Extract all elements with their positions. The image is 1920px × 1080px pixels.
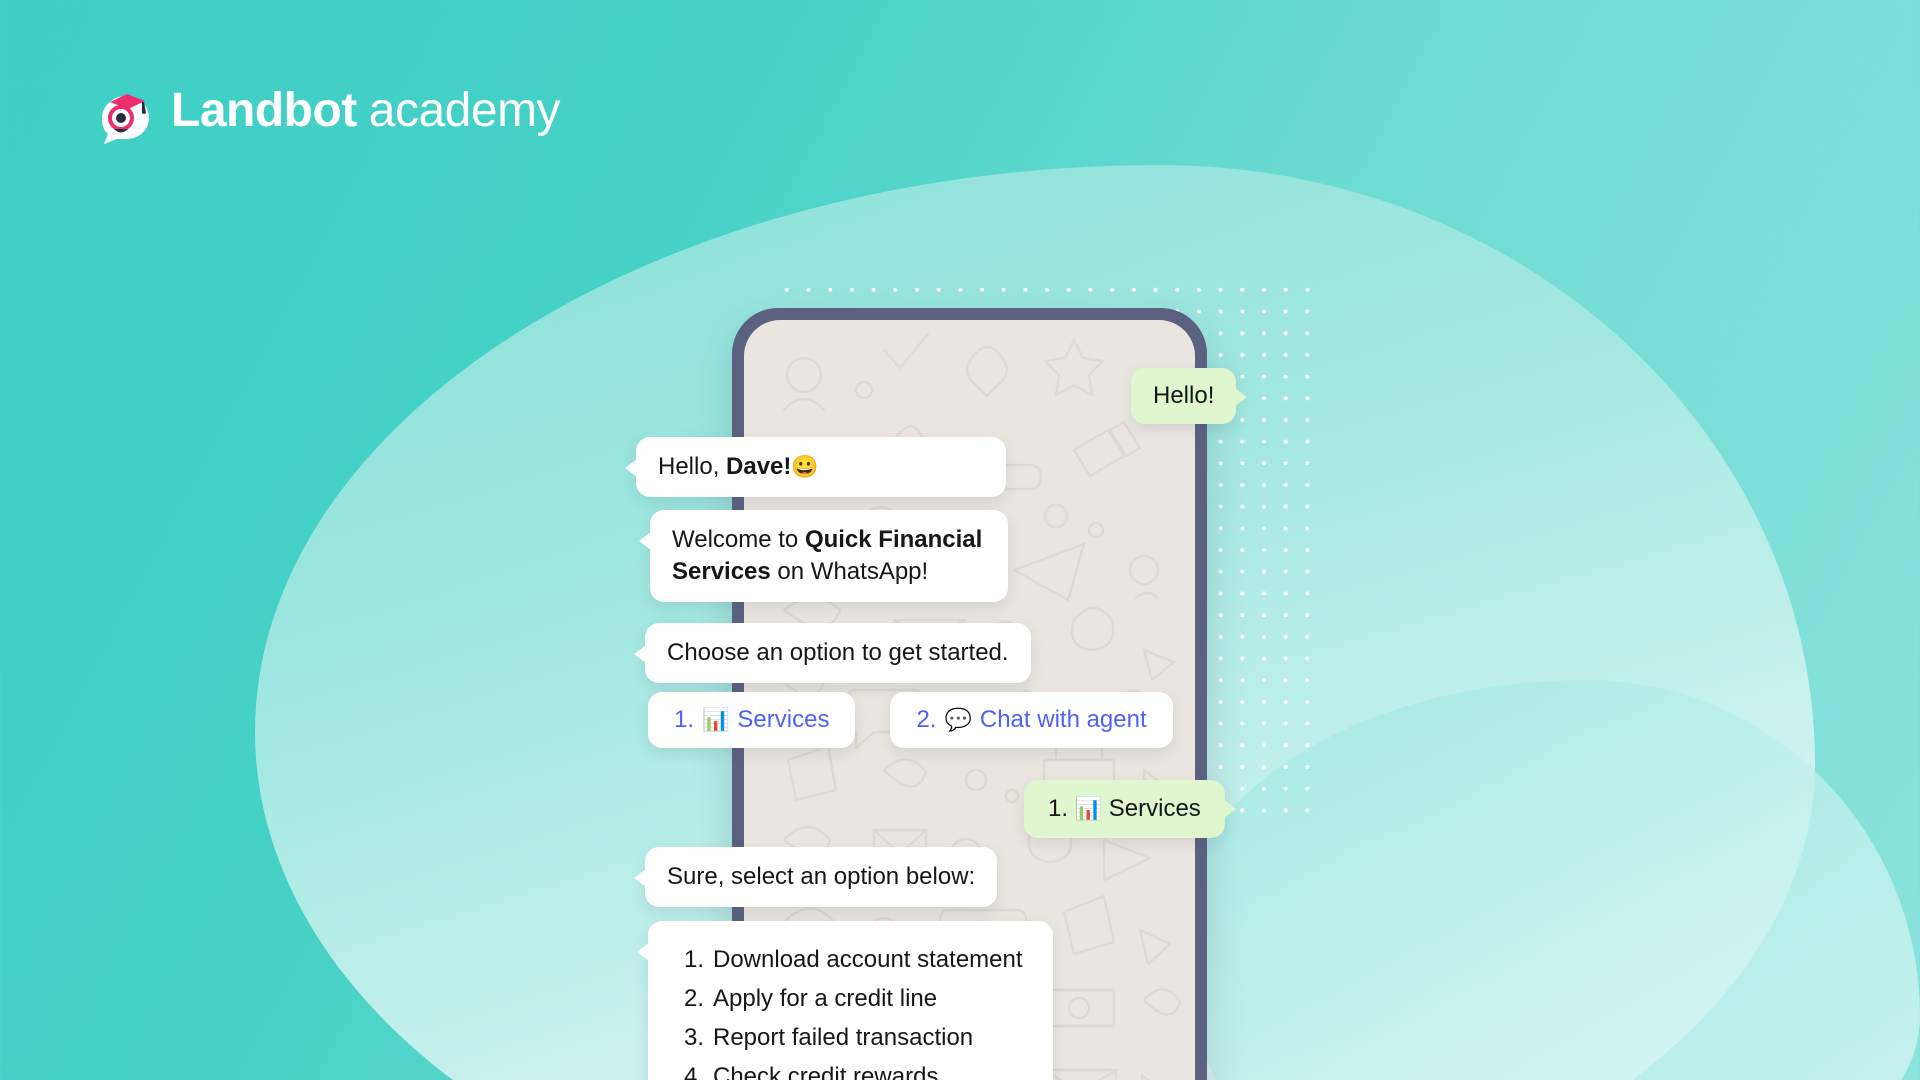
landbot-graduation-avatar-icon bbox=[97, 82, 155, 144]
list-item-label: Apply for a credit line bbox=[713, 984, 938, 1012]
message-text-bold-name: Dave! bbox=[726, 453, 792, 480]
message-bubble-outgoing-services: 1. 📊 Services bbox=[1024, 780, 1236, 838]
speech-balloon-emoji: 💬 bbox=[944, 707, 972, 732]
message-bubble-incoming-greeting: Hello, Dave!😀 bbox=[625, 437, 1006, 497]
landbot-academy-logo: Landbot academy bbox=[97, 82, 561, 144]
list-item-label: Check credit rewards bbox=[713, 1062, 939, 1080]
grinning-face-emoji: 😀 bbox=[791, 454, 819, 479]
message-bubble-incoming-welcome: Welcome to Quick Financial Services on W… bbox=[639, 510, 1008, 602]
option-index: 2. bbox=[916, 706, 937, 733]
bar-chart-emoji: 📊 bbox=[1074, 796, 1103, 821]
option-label: Chat with agent bbox=[979, 706, 1147, 733]
option-button-services[interactable]: 1. 📊 Services bbox=[648, 692, 856, 748]
message-bubble-outgoing-hello: Hello! bbox=[1131, 368, 1248, 424]
option-button-chat-with-agent[interactable]: 2. 💬 Chat with agent bbox=[890, 692, 1173, 748]
list-item: 1. Download account statement bbox=[670, 941, 1031, 980]
logo-word-landbot: Landbot bbox=[171, 84, 357, 137]
message-text: Choose an option to get started. bbox=[667, 639, 1009, 666]
message-text-suffix: on WhatsApp! bbox=[770, 557, 929, 585]
message-bubble-incoming-select-option: Sure, select an option below: bbox=[633, 847, 998, 907]
option-index: 1. bbox=[674, 706, 695, 733]
list-item-label: Report failed transaction bbox=[713, 1023, 974, 1051]
message-index: 1. bbox=[1048, 795, 1069, 822]
list-item-label: Download account statement bbox=[713, 946, 1023, 973]
message-text-prefix: Hello, bbox=[658, 453, 727, 480]
quick-reply-options: 1. 📊 Services 2. 💬 Chat with agent bbox=[648, 692, 1173, 748]
message-text: Services bbox=[1108, 795, 1201, 822]
logo-wordmark: Landbot academy bbox=[171, 84, 561, 139]
message-bubble-incoming-choose-option: Choose an option to get started. bbox=[634, 623, 1031, 683]
bar-chart-emoji: 📊 bbox=[702, 707, 730, 732]
message-text: Sure, select an option below: bbox=[667, 863, 976, 890]
option-label: Services bbox=[737, 706, 830, 733]
list-item: 2. Apply for a credit line bbox=[670, 980, 1031, 1019]
message-text: Hello! bbox=[1153, 382, 1215, 409]
list-item-number: 1. bbox=[683, 946, 704, 973]
list-item-number: 2. bbox=[683, 984, 704, 1012]
message-bubble-service-list: 1. Download account statement 2. Apply f… bbox=[637, 921, 1053, 1080]
list-item: 4. Check credit rewards bbox=[670, 1058, 1031, 1080]
logo-word-academy: academy bbox=[368, 84, 561, 137]
message-text-prefix: Welcome to bbox=[672, 526, 805, 553]
list-item: 3. Report failed transaction bbox=[670, 1019, 1031, 1058]
background-blob-small bbox=[1180, 680, 1920, 1080]
list-item-number: 4. bbox=[683, 1062, 704, 1080]
list-item-number: 3. bbox=[683, 1023, 704, 1051]
